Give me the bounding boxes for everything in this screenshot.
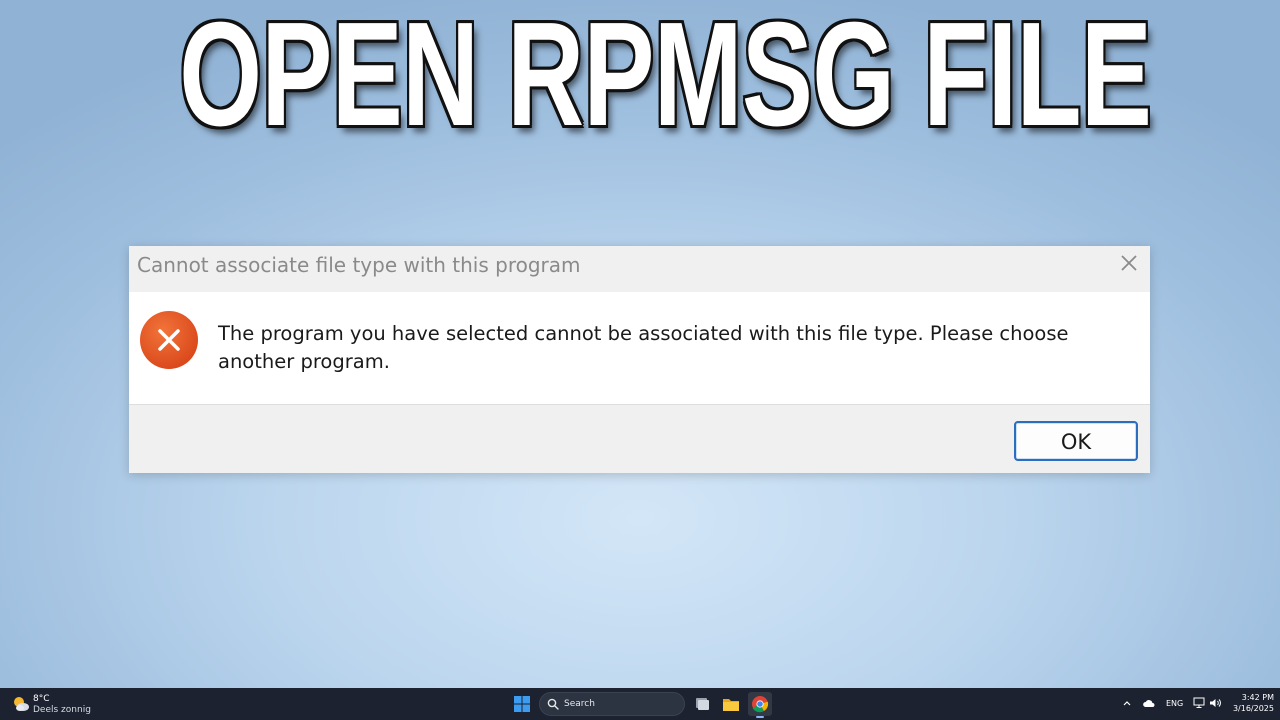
error-icon: [139, 310, 199, 370]
search-icon: [547, 698, 559, 710]
volume-icon[interactable]: [1209, 697, 1222, 709]
network-icon[interactable]: [1193, 697, 1206, 709]
partly-sunny-icon: [14, 697, 29, 711]
active-app-indicator: [756, 716, 764, 718]
search-input[interactable]: Search: [539, 692, 685, 716]
chevron-up-icon[interactable]: [1121, 697, 1133, 709]
dialog-title: Cannot associate file type with this pro…: [137, 253, 581, 277]
file-explorer-button[interactable]: [719, 692, 743, 716]
close-button[interactable]: [1114, 248, 1144, 278]
weather-desc: Deels zonnig: [33, 705, 91, 715]
weather-temp: 8°C: [33, 694, 50, 704]
task-view-button[interactable]: [690, 692, 714, 716]
cloud-icon[interactable]: [1142, 697, 1156, 709]
chrome-button[interactable]: [748, 692, 772, 718]
windows-icon: [514, 696, 530, 712]
dialog-titlebar: Cannot associate file type with this pro…: [129, 246, 1150, 292]
clock-time: 3:42 PM: [1241, 693, 1274, 702]
headline-title: OPEN RPMSG FILE: [179, 0, 1152, 157]
dialog-message: The program you have selected cannot be …: [218, 322, 1069, 373]
taskbar: 8°C Deels zonnig Search ENG 3:42 PM 3/16…: [0, 688, 1280, 720]
language-indicator[interactable]: ENG: [1166, 688, 1183, 720]
dialog-footer: OK: [129, 404, 1150, 473]
task-view-icon: [696, 698, 709, 710]
start-button[interactable]: [510, 692, 534, 716]
ok-button[interactable]: OK: [1014, 421, 1138, 461]
chrome-icon: [752, 696, 769, 713]
clock[interactable]: 3:42 PM 3/16/2025: [1228, 692, 1274, 714]
close-icon: [1121, 255, 1137, 271]
search-placeholder: Search: [564, 699, 595, 709]
dialog-body: The program you have selected cannot be …: [129, 292, 1150, 404]
error-dialog: Cannot associate file type with this pro…: [129, 246, 1150, 473]
folder-icon: [723, 699, 739, 711]
clock-date: 3/16/2025: [1232, 704, 1274, 713]
